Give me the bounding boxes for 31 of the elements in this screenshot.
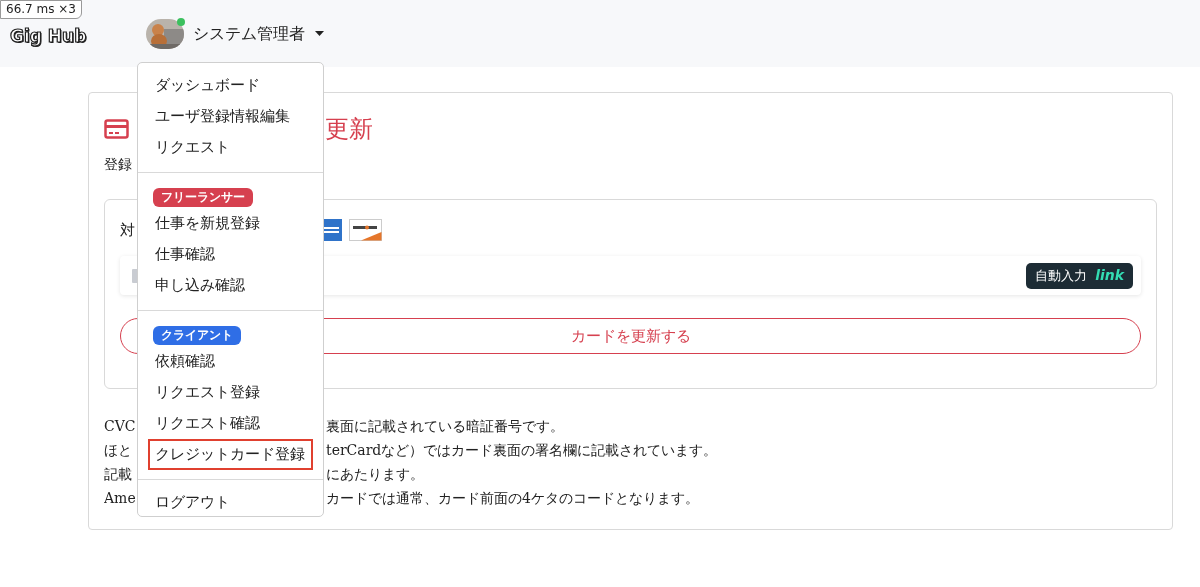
perf-badge: 66.7 ms ×3 <box>0 0 82 19</box>
accepted-cards-label: 対 <box>120 219 135 241</box>
discover-icon <box>349 219 382 241</box>
caret-icon <box>315 31 325 36</box>
note-text: 記載 <box>104 465 132 484</box>
avatar[interactable] <box>146 18 185 49</box>
menu-item[interactable]: リクエスト <box>148 132 313 163</box>
subtitle: 登録 <box>104 155 133 174</box>
credit-card-icon <box>104 119 129 139</box>
logo[interactable]: Gig Hub <box>10 23 87 50</box>
menu-item[interactable]: ユーザ登録情報編集 <box>148 101 313 132</box>
note-text: 裏面に記載されている暗証番号です。 <box>326 417 564 436</box>
menu-item[interactable]: 仕事確認 <box>148 239 313 270</box>
page-title: 更新 <box>325 114 373 145</box>
note-text: terCardなど）ではカード裏面の署名欄に記載されています。 <box>326 441 718 460</box>
note-text: ほと <box>104 441 132 460</box>
user-menu-button[interactable]: システム管理者 <box>193 21 325 46</box>
note-text: カードでは通常、カード前面の4ケタのコードとなります。 <box>326 489 699 508</box>
menu-item[interactable]: クレジットカード登録 <box>148 439 313 470</box>
role-badge: クライアント <box>153 326 241 345</box>
menu-item[interactable]: 申し込み確認 <box>148 270 313 301</box>
note-text: Ame <box>104 489 136 508</box>
role-badge: フリーランサー <box>153 188 253 207</box>
menu-item[interactable]: ダッシュボード <box>148 70 313 101</box>
autofill-button[interactable]: 自動入力 link <box>1026 262 1133 289</box>
menu-item[interactable]: リクエスト登録 <box>148 377 313 408</box>
menu-item[interactable]: ログアウト <box>148 487 313 518</box>
note-text: にあたります。 <box>326 465 424 484</box>
menu-item[interactable]: リクエスト確認 <box>148 408 313 439</box>
note-text: CVC <box>104 417 136 436</box>
menu-item[interactable]: 仕事を新規登録 <box>148 208 313 239</box>
